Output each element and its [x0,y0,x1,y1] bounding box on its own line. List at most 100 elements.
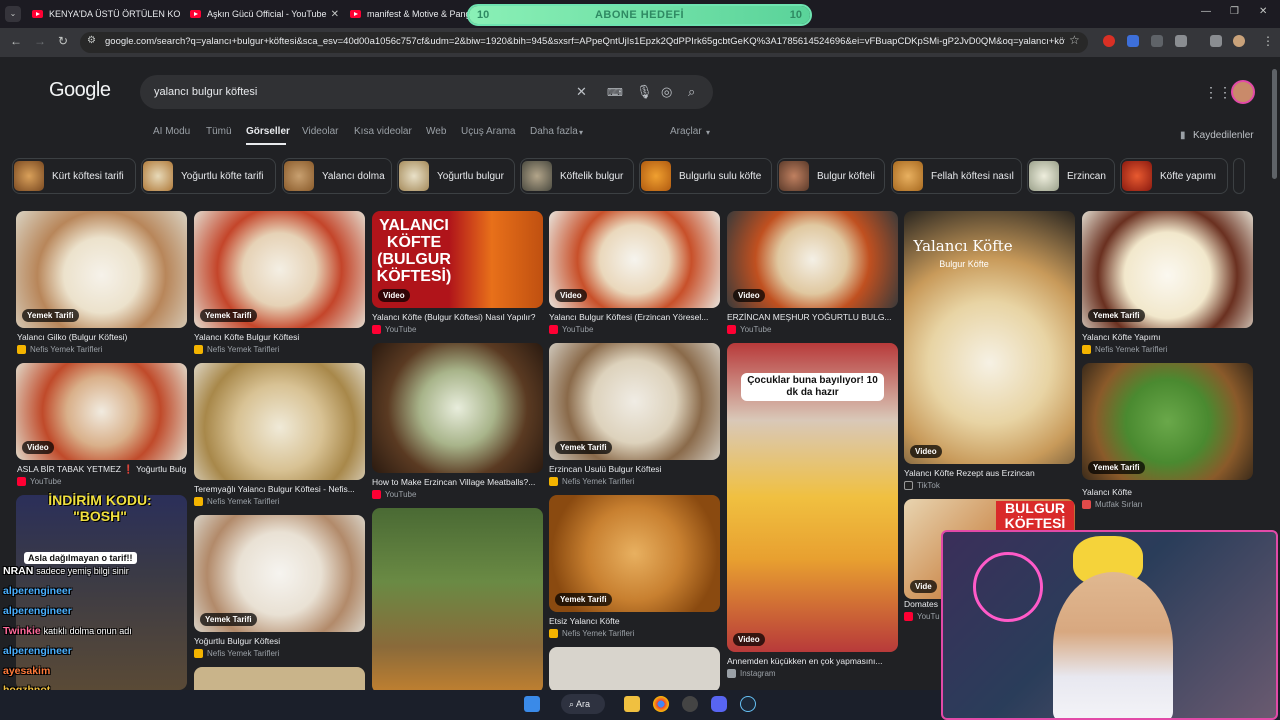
url-text[interactable]: google.com/search?q=yalancı+bulgur+köfte… [105,36,1065,47]
account-avatar[interactable] [1231,80,1255,104]
window-close-icon[interactable]: ✕ [1259,6,1267,17]
result-caption[interactable]: Yalancı Köfte Bulgur Köftesi [194,332,364,342]
result-source[interactable]: YouTube [549,325,593,334]
tab-web[interactable]: Web [426,126,446,137]
tab-more[interactable]: Daha fazla [530,126,578,137]
tab-images[interactable]: Görseller [246,126,290,137]
saved-link[interactable]: Kaydedilenler [1193,130,1254,141]
reload-icon[interactable]: ↻ [58,34,68,48]
result-image[interactable]: Yemek Tarifi [549,495,720,612]
tab-flights[interactable]: Uçuş Arama [461,126,515,137]
site-info-icon[interactable]: ⚙ [87,35,96,46]
result-source[interactable]: Nefis Yemek Tarifleri [194,497,279,506]
clear-icon[interactable]: ✕ [576,84,587,100]
tab-all[interactable]: Tümü [206,126,232,137]
chip-partial[interactable] [1233,158,1245,194]
chip[interactable]: Kürt köftesi tarifi [12,158,136,194]
result-caption[interactable]: Etsiz Yalancı Köfte [549,616,719,626]
taskbar-search[interactable]: ⌕ Ara [561,694,605,714]
result-caption[interactable]: Yalancı Köfte [1082,487,1252,497]
result-image[interactable] [372,343,543,473]
result-source[interactable]: YouTube [727,325,771,334]
back-icon[interactable]: ← [10,34,22,48]
result-image[interactable]: Çocuklar buna bayılıyor! 10 dk da hazır … [727,343,898,652]
result-image[interactable]: Yemek Tarifi [194,211,365,328]
keyboard-icon[interactable]: ⌨ [607,86,623,99]
extension-blue-icon[interactable] [1127,35,1139,47]
result-caption[interactable]: Yalancı Gilko (Bulgur Köftesi) [17,332,187,342]
result-image[interactable]: Yalancı Köfte Bulgur Köfte Video [904,211,1075,464]
steam-icon[interactable] [740,696,756,712]
result-source[interactable]: TikTok [904,481,940,490]
result-source[interactable]: YouTube [372,325,416,334]
result-image[interactable]: Video [16,363,187,460]
result-caption[interactable]: ASLA BİR TABAK YETMEZ ❗ Yoğurtlu Bulg... [17,464,187,475]
chip[interactable]: Köftelik bulgur [520,158,634,194]
tab-list-icon[interactable] [1210,35,1222,47]
result-caption[interactable]: ERZİNCAN MEŞHUR YOĞURTLU BULG... [727,312,897,322]
chip[interactable]: Fellah köftesi nasıl [891,158,1022,194]
result-source[interactable]: Nefis Yemek Tarifleri [194,345,279,354]
result-caption[interactable]: Yalancı Köfte Rezept aus Erzincan [904,468,1074,478]
tab-search-icon[interactable]: ⌄ [5,6,21,22]
lens-icon[interactable]: ◎ [661,84,672,100]
result-image[interactable] [372,508,543,690]
result-caption[interactable]: How to Make Erzincan Village Meatballs?.… [372,477,542,487]
chip[interactable]: Köfte yapımı [1120,158,1228,194]
result-source[interactable]: Nefis Yemek Tarifleri [1082,345,1167,354]
tools-button[interactable]: Araçlar [670,126,702,137]
tab-ai-mode[interactable]: AI Modu [153,126,190,137]
apps-grid-icon[interactable]: ⋮⋮ [1204,84,1232,101]
chip[interactable]: Yoğurtlu köfte tarifi [141,158,276,194]
chip[interactable]: Yalancı dolma [282,158,392,194]
chip[interactable]: Bulgurlu sulu köfte [639,158,772,194]
chip[interactable]: Bulgur köfteli [777,158,885,194]
tab-3[interactable]: manifest & Motive & Pango [350,4,468,24]
chrome-icon[interactable] [653,696,669,712]
minimize-icon[interactable]: — [1201,6,1211,17]
extensions-puzzle-icon[interactable] [1175,35,1187,47]
result-image[interactable]: Yemek Tarifi [549,343,720,460]
result-caption[interactable]: Domates [904,599,940,609]
google-logo[interactable]: Google [49,79,111,102]
result-image[interactable]: Yemek Tarifi [1082,211,1253,328]
result-caption[interactable]: Annemden küçükken en çok yapmasını... [727,656,897,666]
result-image[interactable]: Yemek Tarifi [194,515,365,632]
result-source[interactable]: Nefis Yemek Tarifleri [549,629,634,638]
profile-avatar-icon[interactable] [1233,35,1245,47]
discord-icon[interactable] [711,696,727,712]
mic-icon[interactable]: 🎙 [636,84,653,100]
result-source[interactable]: Instagram [727,669,776,678]
result-caption[interactable]: Yalancı Bulgur Köftesi (Erzincan Yöresel… [549,312,719,322]
result-source[interactable]: YouTu [904,612,940,621]
windows-start-icon[interactable] [524,696,540,712]
extension-grey-icon[interactable] [1151,35,1163,47]
result-source[interactable]: Mutfak Sırları [1082,500,1143,509]
tab-2[interactable]: Aşkın Gücü Official - YouTube ✕ [190,4,338,24]
result-source[interactable]: YouTube [372,490,416,499]
search-input[interactable]: yalancı bulgur köftesi [154,86,257,98]
tab-1[interactable]: KENYA'DA ÜSTÜ ÖRTÜLEN KORK✕ [32,4,180,24]
result-source[interactable]: Nefis Yemek Tarifleri [17,345,102,354]
result-source[interactable]: Nefis Yemek Tarifleri [549,477,634,486]
result-source[interactable]: YouTube [17,477,61,486]
bookmark-star-icon[interactable]: ☆ [1069,33,1080,47]
result-caption[interactable]: Teremyağlı Yalancı Bulgur Köftesi - Nefi… [194,484,364,494]
close-icon[interactable]: ✕ [327,9,338,20]
result-image[interactable] [549,647,720,690]
menu-dots-icon[interactable]: ⋮ [1262,34,1274,48]
github-icon[interactable] [682,696,698,712]
result-image[interactable]: Video [549,211,720,308]
search-icon[interactable]: ⌕ [688,84,695,100]
chip[interactable]: Erzincan [1027,158,1115,194]
result-image[interactable]: YALANCI KÖFTE (BULGUR KÖFTESİ) Video [372,211,543,308]
result-caption[interactable]: Yalancı Köfte (Bulgur Köftesi) Nasıl Yap… [372,312,542,322]
maximize-icon[interactable]: ❐ [1230,6,1239,17]
result-caption[interactable]: Erzincan Usulü Bulgur Köftesi [549,464,719,474]
result-image[interactable] [194,363,365,480]
page-scrollbar[interactable] [1272,69,1277,179]
result-caption[interactable]: Yalancı Köfte Yapımı [1082,332,1252,342]
result-image[interactable] [194,667,365,690]
tab-videos[interactable]: Videolar [302,126,339,137]
file-explorer-icon[interactable] [624,696,640,712]
